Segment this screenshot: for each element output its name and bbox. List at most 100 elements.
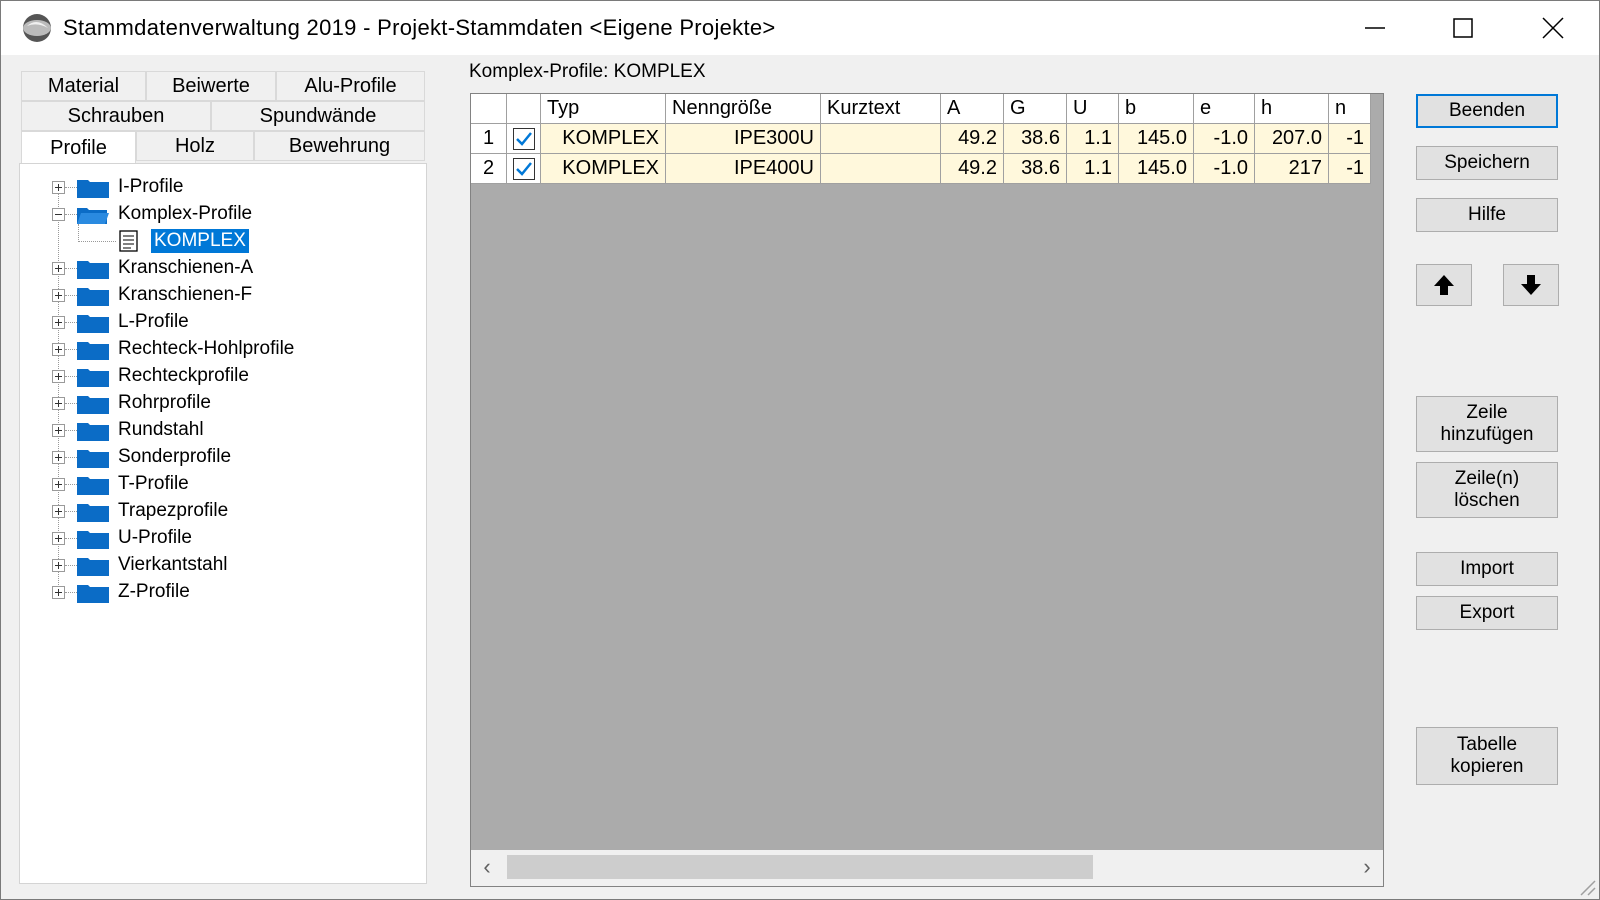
expand-icon[interactable]	[52, 505, 65, 518]
cell-h[interactable]: 217	[1255, 154, 1329, 184]
column-header-e[interactable]: e	[1194, 94, 1255, 124]
collapse-icon[interactable]	[52, 208, 65, 221]
cell-typ[interactable]: KOMPLEX	[541, 154, 666, 184]
column-header-n[interactable]: n	[1329, 94, 1371, 124]
scrollbar-thumb[interactable]	[507, 855, 1093, 879]
resize-grip-icon[interactable]	[1573, 873, 1597, 897]
cell-kurztext[interactable]	[821, 124, 941, 154]
tab-alu-profile[interactable]: Alu-Profile	[276, 71, 425, 101]
profile-tree[interactable]: I-Profile Komplex-Profile KOMPLEX Kranschie…	[19, 163, 427, 884]
cell-n[interactable]: -1	[1329, 154, 1371, 184]
tree-leaf-item[interactable]: KOMPLEX	[20, 228, 426, 254]
column-header-u[interactable]: U	[1067, 94, 1119, 124]
row-checkbox[interactable]	[512, 157, 535, 180]
hilfe-button[interactable]: Hilfe	[1416, 198, 1558, 232]
cell-nenngroesse[interactable]: IPE300U	[666, 124, 821, 154]
tree-item-label: KOMPLEX	[151, 229, 249, 253]
tree-folder-item[interactable]: Sonderprofile	[20, 444, 426, 470]
add-row-button[interactable]: Zeile hinzufügen	[1416, 396, 1558, 452]
cell-typ[interactable]: KOMPLEX	[541, 124, 666, 154]
import-button[interactable]: Import	[1416, 552, 1558, 586]
expand-icon[interactable]	[52, 343, 65, 356]
column-header-kurztext[interactable]: Kurztext	[821, 94, 941, 124]
tree-folder-item[interactable]: Rundstahl	[20, 417, 426, 443]
tab-holz[interactable]: Holz	[136, 131, 254, 161]
tree-folder-item[interactable]: I-Profile	[20, 174, 426, 200]
minimize-button[interactable]	[1331, 1, 1419, 55]
copy-table-button[interactable]: Tabelle kopieren	[1416, 727, 1558, 785]
tab-bewehrung[interactable]: Bewehrung	[254, 131, 425, 161]
cell-n[interactable]: -1	[1329, 124, 1371, 154]
checkbox-cell[interactable]	[507, 154, 541, 184]
tree-folder-item[interactable]: Rechteck-Hohlprofile	[20, 336, 426, 362]
expand-icon[interactable]	[52, 397, 65, 410]
column-header-rownum[interactable]	[471, 94, 507, 124]
cell-nenngroesse[interactable]: IPE400U	[666, 154, 821, 184]
column-header-b[interactable]: b	[1119, 94, 1194, 124]
beenden-button[interactable]: Beenden	[1416, 94, 1558, 128]
scroll-left-icon[interactable]: ‹	[475, 854, 499, 880]
tab-material[interactable]: Material	[21, 71, 146, 101]
cell-kurztext[interactable]	[821, 154, 941, 184]
title-bar[interactable]: Stammdatenverwaltung 2019 - Projekt-Stam…	[1, 1, 1599, 55]
data-grid[interactable]: Typ Nenngröße Kurztext A G Ub e h n 1 KOMPLEX IPE30…	[470, 93, 1384, 887]
move-down-button[interactable]	[1503, 264, 1559, 306]
cell-h[interactable]: 207.0	[1255, 124, 1329, 154]
tree-folder-item[interactable]: U-Profile	[20, 525, 426, 551]
tree-folder-item[interactable]: T-Profile	[20, 471, 426, 497]
tree-folder-item[interactable]: Vierkantstahl	[20, 552, 426, 578]
cell-g[interactable]: 38.6	[1004, 154, 1067, 184]
expand-icon[interactable]	[52, 586, 65, 599]
column-header-check[interactable]	[507, 94, 541, 124]
column-header-nenngroesse[interactable]: Nenngröße	[666, 94, 821, 124]
tree-folder-item[interactable]: Trapezprofile	[20, 498, 426, 524]
expand-icon[interactable]	[52, 289, 65, 302]
tree-folder-item[interactable]: Komplex-Profile	[20, 201, 426, 227]
cell-b[interactable]: 145.0	[1119, 154, 1194, 184]
cell-e[interactable]: -1.0	[1194, 154, 1255, 184]
tab-schrauben[interactable]: Schrauben	[21, 101, 211, 131]
expand-icon[interactable]	[52, 532, 65, 545]
maximize-button[interactable]	[1419, 1, 1507, 55]
tab-beiwerte[interactable]: Beiwerte	[146, 71, 276, 101]
column-header-typ[interactable]: Typ	[541, 94, 666, 124]
expand-icon[interactable]	[52, 370, 65, 383]
delete-rows-button[interactable]: Zeile(n) löschen	[1416, 462, 1558, 518]
scroll-right-icon[interactable]: ›	[1355, 854, 1379, 880]
column-header-a[interactable]: A	[941, 94, 1004, 124]
tree-folder-item[interactable]: Z-Profile	[20, 579, 426, 605]
tab-profile[interactable]: Profile	[21, 131, 136, 164]
expand-icon[interactable]	[52, 181, 65, 194]
tree-folder-item[interactable]: L-Profile	[20, 309, 426, 335]
tree-folder-item[interactable]: Rechteckprofile	[20, 363, 426, 389]
expand-icon[interactable]	[52, 478, 65, 491]
tab-spundwaende[interactable]: Spundwände	[211, 101, 425, 131]
expand-icon[interactable]	[52, 559, 65, 572]
cell-u[interactable]: 1.1	[1067, 124, 1119, 154]
tree-folder-item[interactable]: Kranschienen-A	[20, 255, 426, 281]
expand-icon[interactable]	[52, 316, 65, 329]
cell-u[interactable]: 1.1	[1067, 154, 1119, 184]
tree-folder-item[interactable]: Rohrprofile	[20, 390, 426, 416]
row-checkbox[interactable]	[512, 127, 535, 150]
expand-icon[interactable]	[52, 424, 65, 437]
speichern-button[interactable]: Speichern	[1416, 146, 1558, 180]
checkbox-cell[interactable]	[507, 124, 541, 154]
close-button[interactable]	[1509, 1, 1597, 55]
expand-icon[interactable]	[52, 262, 65, 275]
cell-a[interactable]: 49.2	[941, 124, 1004, 154]
cell-b[interactable]: 145.0	[1119, 124, 1194, 154]
cell-g[interactable]: 38.6	[1004, 124, 1067, 154]
expand-icon[interactable]	[52, 451, 65, 464]
tree-folder-item[interactable]: Kranschienen-F	[20, 282, 426, 308]
row-header[interactable]: 1	[471, 124, 507, 154]
export-button[interactable]: Export	[1416, 596, 1558, 630]
move-up-button[interactable]	[1416, 264, 1472, 306]
horizontal-scrollbar[interactable]: ‹ ›	[471, 850, 1383, 886]
grid-title: Komplex-Profile: KOMPLEX	[469, 61, 706, 82]
cell-a[interactable]: 49.2	[941, 154, 1004, 184]
column-header-g[interactable]: G	[1004, 94, 1067, 124]
row-header[interactable]: 2	[471, 154, 507, 184]
column-header-h[interactable]: h	[1255, 94, 1329, 124]
cell-e[interactable]: -1.0	[1194, 124, 1255, 154]
